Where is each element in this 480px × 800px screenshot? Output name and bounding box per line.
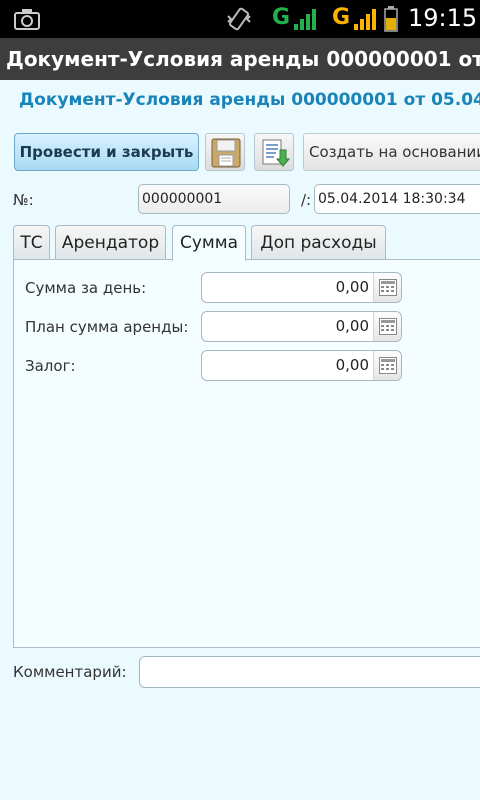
clock: 19:15 bbox=[408, 4, 478, 32]
save-button[interactable] bbox=[205, 133, 245, 171]
deposit-field[interactable]: 0,00 bbox=[201, 350, 402, 381]
battery-icon bbox=[384, 6, 398, 36]
daily-amount-value: 0,00 bbox=[335, 278, 369, 296]
plan-amount-label: План сумма аренды: bbox=[25, 318, 189, 336]
daily-amount-field[interactable]: 0,00 bbox=[201, 272, 402, 303]
calculator-icon[interactable] bbox=[373, 273, 401, 302]
calculator-icon[interactable] bbox=[373, 312, 401, 341]
post-and-close-button[interactable]: Провести и закрыть bbox=[14, 133, 199, 171]
floppy-disk-icon bbox=[211, 138, 241, 168]
number-label: №: bbox=[13, 191, 34, 209]
deposit-value: 0,00 bbox=[335, 356, 369, 374]
tab-amount[interactable]: Сумма bbox=[172, 225, 246, 261]
comment-input[interactable] bbox=[139, 656, 480, 688]
status-bar: G G 19:15 bbox=[0, 0, 480, 38]
tab-vehicle[interactable]: ТС bbox=[13, 225, 50, 260]
date-label: /: bbox=[301, 191, 312, 209]
deposit-label: Залог: bbox=[25, 357, 76, 375]
document-structure-button[interactable] bbox=[254, 133, 294, 171]
signal-strength-1-icon bbox=[293, 8, 317, 34]
screenshot-camera-icon bbox=[14, 8, 40, 34]
network-type-2: G bbox=[332, 5, 351, 30]
plan-amount-field[interactable]: 0,00 bbox=[201, 311, 402, 342]
number-field[interactable]: 000000001 bbox=[138, 184, 290, 214]
plan-amount-value: 0,00 bbox=[335, 317, 369, 335]
tab-tenant[interactable]: Арендатор bbox=[55, 225, 166, 260]
window-title: Документ-Условия аренды 000000001 от 05.… bbox=[0, 38, 480, 80]
tab-extra-expenses[interactable]: Доп расходы bbox=[251, 225, 386, 260]
comment-label: Комментарий: bbox=[13, 663, 127, 681]
calculator-icon[interactable] bbox=[373, 351, 401, 380]
date-field[interactable]: 05.04.2014 18:30:34 bbox=[314, 184, 480, 214]
daily-amount-label: Сумма за день: bbox=[25, 279, 147, 297]
create-based-on-button[interactable]: Создать на основании bbox=[303, 133, 480, 171]
vibrate-icon bbox=[226, 6, 252, 36]
signal-strength-2-icon bbox=[353, 8, 377, 34]
document-arrow-icon bbox=[262, 139, 290, 167]
document-heading: Документ-Условия аренды 000000001 от 05.… bbox=[19, 90, 480, 110]
network-type-1: G bbox=[272, 5, 291, 30]
